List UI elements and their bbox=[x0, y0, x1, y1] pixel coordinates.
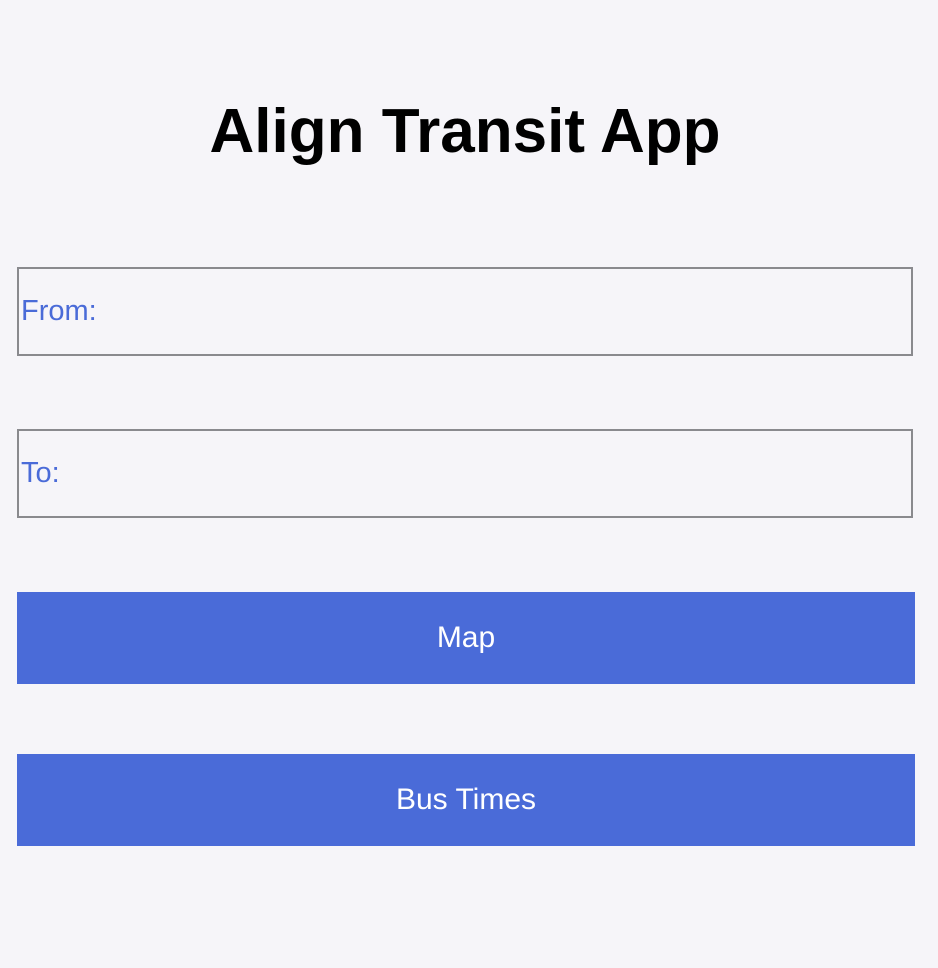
from-input[interactable] bbox=[17, 267, 913, 356]
to-input[interactable] bbox=[17, 429, 913, 518]
page-title: Align Transit App bbox=[209, 97, 721, 166]
map-button[interactable]: Map bbox=[17, 592, 915, 684]
bus-times-button[interactable]: Bus Times bbox=[17, 754, 915, 846]
